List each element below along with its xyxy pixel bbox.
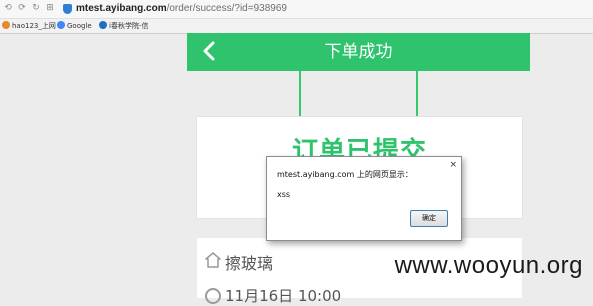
ok-button[interactable]: 确定 [410, 210, 448, 227]
dialog-title: mtest.ayibang.com 上的网页显示： [277, 170, 413, 179]
google-icon [57, 21, 65, 29]
forward-nav-icon[interactable]: ⟳ [17, 3, 27, 14]
ichunqiu-icon [99, 21, 107, 29]
browser-chrome: ⟲ ⟳ ↻ ⊞ mtest.ayibang.com/order/success/… [0, 0, 593, 34]
clock-icon [205, 288, 221, 304]
url-text[interactable]: mtest.ayibang.com/order/success/?id=9389… [76, 2, 287, 16]
dialog-message: xss [277, 190, 291, 199]
connector-line-left [299, 71, 301, 117]
page-header: 下单成功 [187, 33, 530, 71]
page-title: 下单成功 [324, 42, 393, 62]
close-icon[interactable]: × [449, 160, 457, 170]
bookmarks-bar: hao123_上网 Google i春秋学院-信 [0, 19, 593, 33]
bookmark-hao123[interactable]: hao123_上网 [2, 20, 56, 32]
hao123-icon [2, 21, 10, 29]
address-bar[interactable]: ⟲ ⟳ ↻ ⊞ mtest.ayibang.com/order/success/… [0, 0, 593, 19]
bookmark-ichunqiu[interactable]: i春秋学院-信 [99, 20, 148, 32]
bookmark-google[interactable]: Google [57, 20, 92, 32]
url-path: /order/success/?id=938969 [166, 3, 287, 14]
service-name: 擦玻璃 [225, 254, 274, 273]
service-time: 11月16日 10:00 [225, 287, 342, 305]
home-icon[interactable]: ⊞ [45, 3, 55, 14]
bookmark-label: Google [67, 22, 92, 30]
bookmark-label: i春秋学院-信 [109, 22, 149, 30]
back-nav-icon[interactable]: ⟲ [3, 3, 13, 14]
reload-icon[interactable]: ↻ [31, 3, 41, 14]
house-icon [205, 252, 221, 268]
url-domain: mtest.ayibang.com [76, 3, 167, 14]
alert-dialog: × mtest.ayibang.com 上的网页显示： xss 确定 [266, 156, 462, 241]
watermark: www.wooyun.org [394, 252, 583, 279]
security-shield-icon [63, 4, 72, 14]
connector-line-right [416, 71, 418, 117]
bookmark-label: hao123_上网 [12, 22, 56, 30]
